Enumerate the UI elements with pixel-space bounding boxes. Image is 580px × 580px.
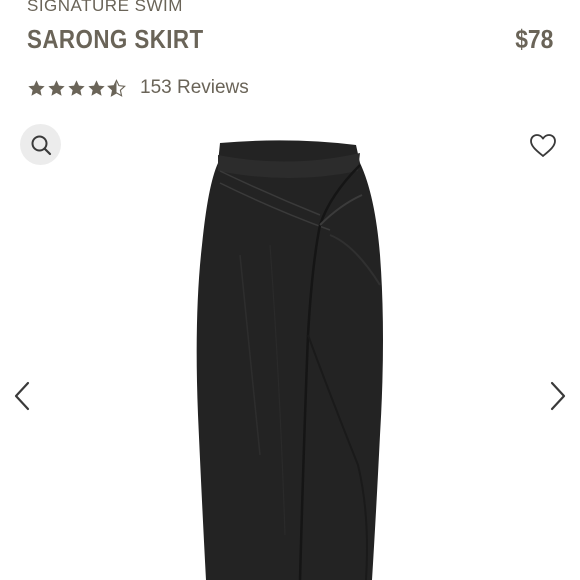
chevron-right-icon — [550, 381, 566, 411]
rating-summary[interactable]: 153 Reviews — [27, 76, 249, 100]
star-icon — [28, 79, 45, 96]
star-rating — [27, 78, 126, 98]
product-title: SARONG SKIRT — [27, 24, 204, 54]
magnifier-icon — [31, 135, 51, 155]
star-icon — [88, 79, 105, 96]
reviews-link[interactable]: 153 Reviews — [140, 77, 249, 99]
half-star-icon — [107, 78, 126, 97]
star-icon — [68, 79, 85, 96]
wishlist-button[interactable] — [528, 131, 558, 159]
heart-outline-icon — [530, 133, 556, 157]
collection-label: SIGNATURE SWIM — [27, 0, 183, 15]
chevron-left-icon — [14, 381, 30, 411]
star-icon — [48, 79, 65, 96]
previous-image-button[interactable] — [11, 378, 33, 414]
zoom-button[interactable] — [20, 124, 61, 165]
next-image-button[interactable] — [547, 378, 569, 414]
product-image — [196, 140, 383, 580]
product-page: SIGNATURE SWIM SARONG SKIRT $78 153 Revi… — [0, 0, 580, 580]
product-price: $78 — [514, 24, 553, 54]
